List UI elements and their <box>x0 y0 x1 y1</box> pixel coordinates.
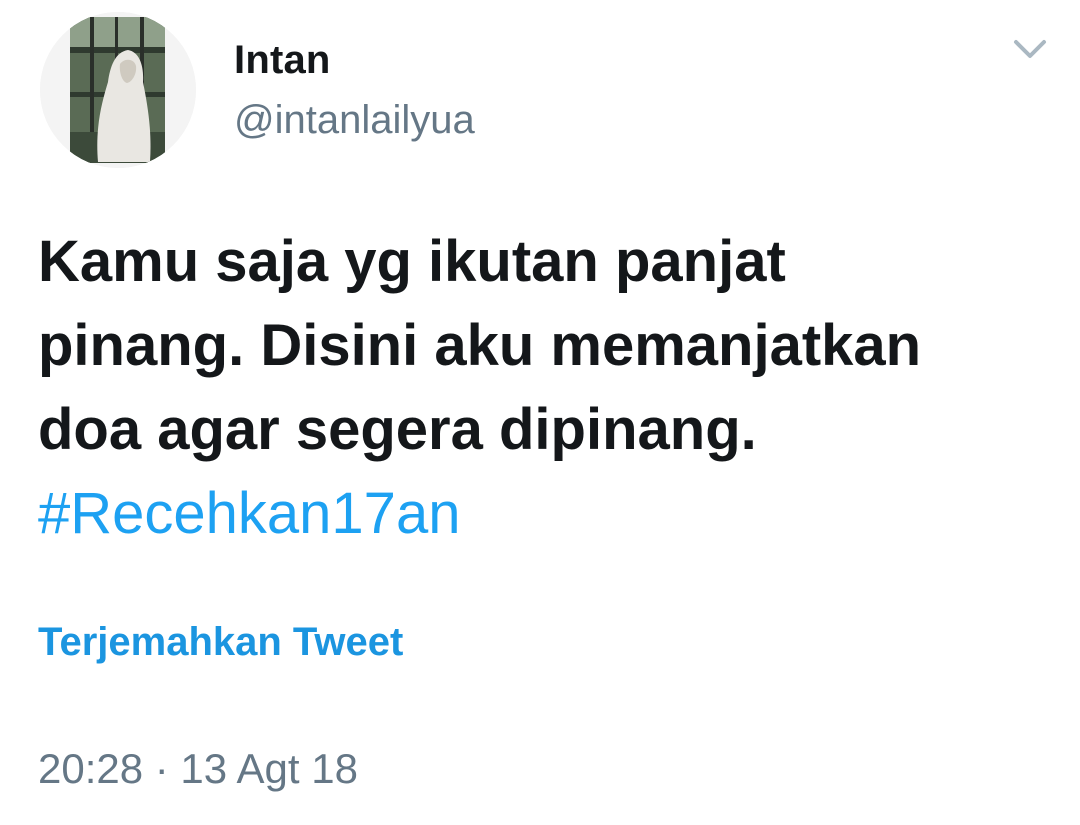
translate-tweet-link[interactable]: Terjemahkan Tweet <box>38 620 403 665</box>
tweet-timestamp: 20:28 · 13 Agt 18 <box>38 745 358 792</box>
tweet-line: pinang. Disini aku memanjatkan <box>38 313 922 378</box>
chevron-down-icon[interactable] <box>1010 30 1050 70</box>
display-name[interactable]: Intan <box>234 38 331 83</box>
tweet-line: doa agar segera dipinang. <box>38 397 757 462</box>
user-handle[interactable]: @intanlailyua <box>234 98 475 143</box>
tweet-text: Kamu saja yg ikutan panjat pinang. Disin… <box>38 220 1048 556</box>
avatar[interactable] <box>40 12 196 168</box>
hashtag-link[interactable]: #Recehkan17an <box>38 472 1048 556</box>
tweet-line: Kamu saja yg ikutan panjat <box>38 229 786 294</box>
avatar-photo <box>40 12 196 168</box>
